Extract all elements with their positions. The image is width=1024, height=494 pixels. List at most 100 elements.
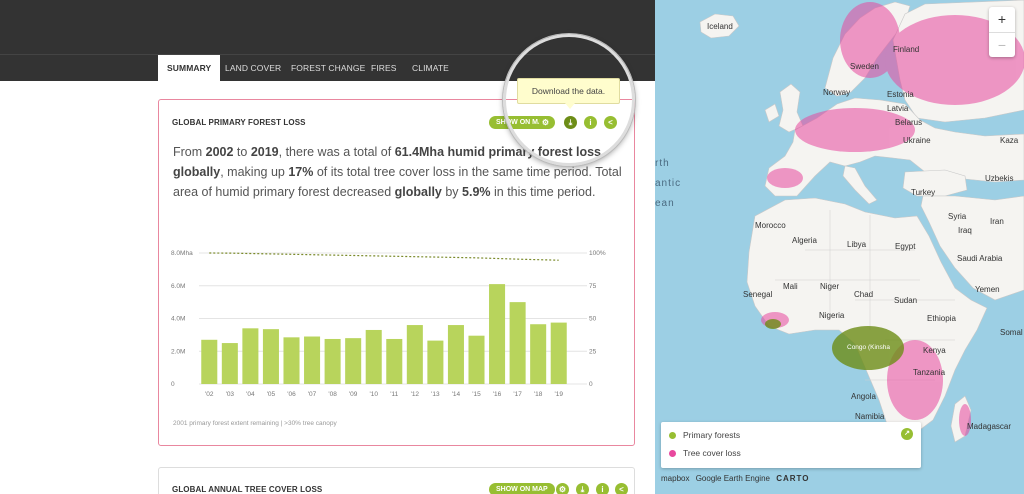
- y2-tick-label: 0: [589, 381, 593, 388]
- carto-logo[interactable]: CARTO: [776, 474, 809, 483]
- download-icon: ⤓: [568, 118, 573, 127]
- map-label-mali: Mali: [783, 282, 798, 291]
- download-button[interactable]: ⤓: [576, 483, 589, 494]
- zoom-in-button[interactable]: +: [989, 7, 1015, 32]
- tab-climate[interactable]: CLIMATE: [403, 55, 458, 82]
- tab-forest-change[interactable]: FOREST CHANGE: [282, 55, 374, 82]
- x-tick-label: '19: [554, 391, 563, 398]
- bar: [242, 328, 259, 384]
- primary-forest-west-africa: [765, 319, 781, 329]
- map-label-norway: Norway: [823, 88, 851, 97]
- tab-fires[interactable]: FIRES: [362, 55, 406, 82]
- y2-tick-label: 100%: [589, 250, 606, 257]
- download-tooltip: Download the data.: [517, 78, 620, 109]
- tab-summary[interactable]: SUMMARY: [158, 55, 221, 82]
- legend-label: Primary forests: [683, 430, 741, 440]
- download-button[interactable]: ⤓: [564, 116, 577, 129]
- x-tick-label: '17: [513, 391, 522, 398]
- decrease: 5.9%: [462, 185, 491, 199]
- gee-logo[interactable]: Google Earth Engine: [696, 474, 770, 483]
- map-label-iran: Iran: [990, 217, 1004, 226]
- share-button[interactable]: <: [604, 116, 617, 129]
- bar: [489, 284, 506, 384]
- x-tick-label: '07: [308, 391, 317, 398]
- x-tick-label: '13: [431, 391, 440, 398]
- map-label-algeria: Algeria: [792, 236, 817, 245]
- x-tick-label: '02: [205, 391, 214, 398]
- map-label-iraq: Iraq: [958, 226, 972, 235]
- x-tick-label: '14: [452, 391, 461, 398]
- x-tick-label: '06: [287, 391, 296, 398]
- map-label-yemen: Yemen: [975, 285, 1000, 294]
- scope: globally: [173, 165, 221, 179]
- x-tick-label: '15: [472, 391, 481, 398]
- zoom-control: + −: [989, 7, 1015, 57]
- map-label-drc: Congo (Kinsha: [847, 344, 890, 351]
- map-label-belarus: Belarus: [895, 118, 923, 127]
- legend-label: Tree cover loss: [683, 448, 741, 458]
- settings-button[interactable]: ⚙: [539, 116, 552, 129]
- legend-swatch: [669, 432, 676, 440]
- bar: [345, 338, 362, 384]
- y-tick-label: 0: [171, 381, 175, 388]
- x-tick-label: '12: [411, 391, 420, 398]
- x-tick-label: '04: [246, 391, 255, 398]
- total-loss: 61.4Mha humid primary forest loss: [394, 145, 601, 159]
- map-label-sudan: Sudan: [894, 296, 918, 305]
- layer-settings-button[interactable]: ↗: [901, 428, 913, 440]
- top-header-bar: [0, 0, 655, 54]
- mapbox-logo[interactable]: mapbox: [661, 474, 689, 483]
- y2-tick-label: 75: [589, 283, 597, 290]
- summary-text: , there was a total of: [278, 145, 395, 159]
- map-label-uzbekistan: Uzbekis: [985, 174, 1014, 183]
- map-label-estonia: Estonia: [887, 90, 914, 99]
- info-icon: i: [601, 485, 604, 494]
- zoom-out-button[interactable]: −: [989, 32, 1015, 57]
- forest-extent-line: [209, 252, 559, 261]
- ocean-label: rth: [655, 158, 670, 169]
- map-label-chad: Chad: [854, 290, 874, 299]
- summary-text: , making up: [220, 165, 289, 179]
- share-button[interactable]: <: [615, 483, 628, 494]
- y2-tick-label: 50: [589, 316, 597, 323]
- show-on-map-button[interactable]: SHOW ON MAP: [489, 483, 555, 494]
- map-attribution: mapbox Google Earth Engine CARTO: [661, 474, 814, 483]
- bar: [262, 329, 279, 384]
- map-label-kazakhstan: Kaza: [1000, 136, 1019, 145]
- map-label-nigeria: Nigeria: [819, 311, 845, 320]
- info-button[interactable]: i: [596, 483, 609, 494]
- map-label-iceland: Iceland: [707, 22, 733, 31]
- widget-title: GLOBAL ANNUAL TREE COVER LOSS: [172, 485, 323, 494]
- settings-button[interactable]: ⚙: [556, 483, 569, 494]
- ocean-label: antic: [655, 178, 682, 189]
- y-tick-label: 2.0M: [171, 348, 185, 355]
- map-label-somalia: Somal: [1000, 328, 1023, 337]
- land-italy: [842, 165, 878, 205]
- tab-land-cover[interactable]: LAND COVER: [216, 55, 290, 82]
- primary-forest-loss-widget: GLOBAL PRIMARY FOREST LOSS SHOW ON MAP ⚙…: [158, 99, 635, 446]
- x-tick-label: '18: [534, 391, 543, 398]
- map-panel[interactable]: rth antic ean Iceland Finland Sweden Nor…: [655, 0, 1024, 494]
- share-icon: <: [619, 485, 624, 494]
- summary-text: From: [173, 145, 206, 159]
- map-label-angola: Angola: [851, 392, 876, 401]
- info-button[interactable]: i: [584, 116, 597, 129]
- summary-text: by: [441, 185, 463, 199]
- map-canvas[interactable]: [655, 0, 1024, 494]
- bar: [201, 339, 218, 384]
- expand-icon: ↗: [904, 430, 910, 437]
- x-tick-label: '03: [226, 391, 235, 398]
- bar: [386, 338, 403, 384]
- map-legend: Primary forests Tree cover loss ↗: [661, 422, 921, 468]
- bar: [447, 325, 464, 384]
- y2-tick-label: 25: [589, 348, 597, 355]
- gear-icon: ⚙: [541, 118, 550, 127]
- map-label-latvia: Latvia: [887, 104, 909, 113]
- widget-summary-sentence: From 2002 to 2019, there was a total of …: [173, 142, 623, 202]
- bar: [324, 338, 341, 384]
- legend-item-tree-cover-loss: Tree cover loss: [669, 448, 741, 458]
- chart-footnote: 2001 primary forest extent remaining | >…: [173, 420, 337, 427]
- map-label-saudi-arabia: Saudi Arabia: [957, 254, 1003, 263]
- y-tick-label: 8.0Mha: [171, 250, 193, 257]
- ocean-label: ean: [655, 198, 675, 209]
